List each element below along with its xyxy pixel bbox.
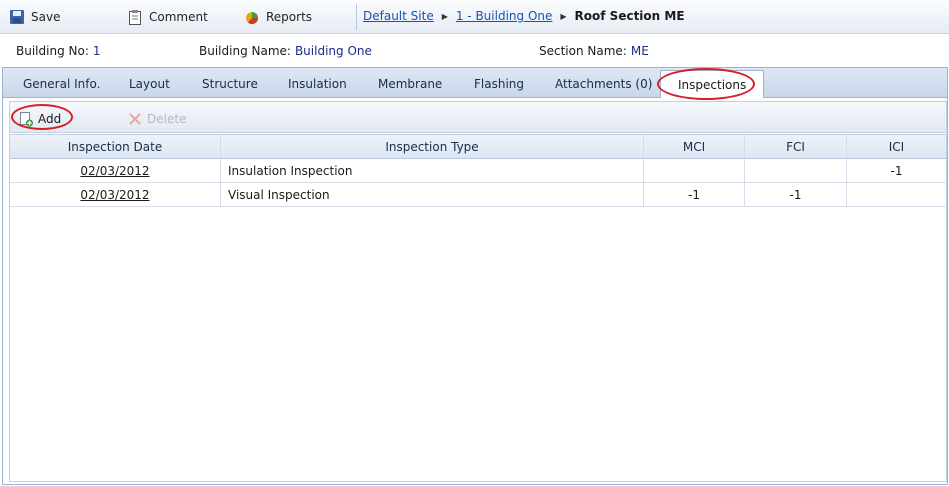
breadcrumb-current: Roof Section ME — [574, 9, 685, 23]
delete-label: Delete — [147, 112, 187, 126]
tab-flashing[interactable]: Flashing — [474, 77, 524, 91]
building-no: Building No: 1 — [16, 44, 101, 58]
col-header-inspection-date[interactable]: Inspection Date — [10, 135, 221, 158]
tab-strip: General Info. Layout Structure Insulatio… — [3, 68, 947, 98]
toolbar-divider — [356, 4, 357, 30]
fci-cell: -1 — [745, 183, 847, 206]
floppy-disk-icon — [10, 10, 24, 24]
breadcrumb: Default Site ▶ 1 - Building One ▶ Roof S… — [363, 9, 685, 23]
save-button[interactable]: Save — [9, 8, 60, 26]
delete-button[interactable]: Delete — [127, 111, 186, 127]
table-row[interactable]: 02/03/2012 Insulation Inspection -1 — [10, 159, 946, 183]
breadcrumb-arrow-icon: ▶ — [560, 11, 567, 21]
section-info-bar: Building No: 1 Building Name: Building One… — [0, 35, 949, 67]
inspection-type-cell: Visual Inspection — [221, 183, 644, 206]
col-header-inspection-type[interactable]: Inspection Type — [221, 135, 644, 158]
building-no-value: 1 — [92, 44, 101, 58]
clipboard-icon — [129, 10, 141, 25]
col-header-mci[interactable]: MCI — [644, 135, 745, 158]
add-button[interactable]: Add — [18, 111, 61, 127]
breadcrumb-arrow-icon: ▶ — [441, 11, 448, 21]
pie-chart-icon — [246, 12, 259, 25]
grid-header: Inspection Date Inspection Type MCI FCI … — [10, 135, 946, 159]
grid-action-bar: Add Delete — [9, 101, 947, 133]
mci-cell: -1 — [644, 183, 745, 206]
section-name-value: ME — [630, 44, 649, 58]
section-name-label: Section Name: — [539, 44, 627, 58]
inspections-grid: Inspection Date Inspection Type MCI FCI … — [9, 134, 947, 482]
reports-button[interactable]: Reports — [244, 8, 312, 26]
table-row[interactable]: 02/03/2012 Visual Inspection -1 -1 — [10, 183, 946, 207]
section-name: Section Name: ME — [539, 44, 649, 58]
add-document-icon — [20, 112, 33, 127]
save-label: Save — [31, 10, 61, 24]
comment-button[interactable]: Comment — [127, 8, 208, 26]
add-label: Add — [38, 112, 62, 126]
breadcrumb-site-link[interactable]: Default Site — [363, 9, 434, 23]
inspection-date-link[interactable]: 02/03/2012 — [80, 188, 149, 202]
inspection-date-link[interactable]: 02/03/2012 — [80, 164, 149, 178]
comment-label: Comment — [149, 10, 208, 24]
tab-attachments[interactable]: Attachments (0) — [555, 77, 652, 91]
building-name-label: Building Name: — [199, 44, 291, 58]
col-header-fci[interactable]: FCI — [745, 135, 847, 158]
tab-membrane[interactable]: Membrane — [378, 77, 442, 91]
building-no-label: Building No: — [16, 44, 89, 58]
delete-x-icon — [129, 113, 141, 125]
breadcrumb-building-link[interactable]: 1 - Building One — [456, 9, 553, 23]
inspection-date-cell: 02/03/2012 — [10, 159, 221, 182]
main-panel: General Info. Layout Structure Insulatio… — [2, 67, 948, 485]
building-name-value: Building One — [294, 44, 372, 58]
building-name: Building Name: Building One — [199, 44, 372, 58]
tab-general-info[interactable]: General Info. — [23, 77, 100, 91]
col-header-ici[interactable]: ICI — [847, 135, 946, 158]
tab-inspections[interactable]: Inspections — [660, 70, 765, 98]
tab-structure[interactable]: Structure — [202, 77, 258, 91]
tab-insulation[interactable]: Insulation — [288, 77, 347, 91]
inspection-date-cell: 02/03/2012 — [10, 183, 221, 206]
ici-cell: -1 — [890, 163, 903, 178]
inspection-type-cell: Insulation Inspection — [221, 159, 644, 182]
tab-layout[interactable]: Layout — [129, 77, 170, 91]
ici-cell — [847, 183, 946, 206]
top-toolbar: Save Comment Reports Default Site ▶ 1 - … — [0, 0, 949, 34]
reports-label: Reports — [266, 10, 313, 24]
fci-cell — [745, 159, 847, 182]
mci-cell — [644, 159, 745, 182]
